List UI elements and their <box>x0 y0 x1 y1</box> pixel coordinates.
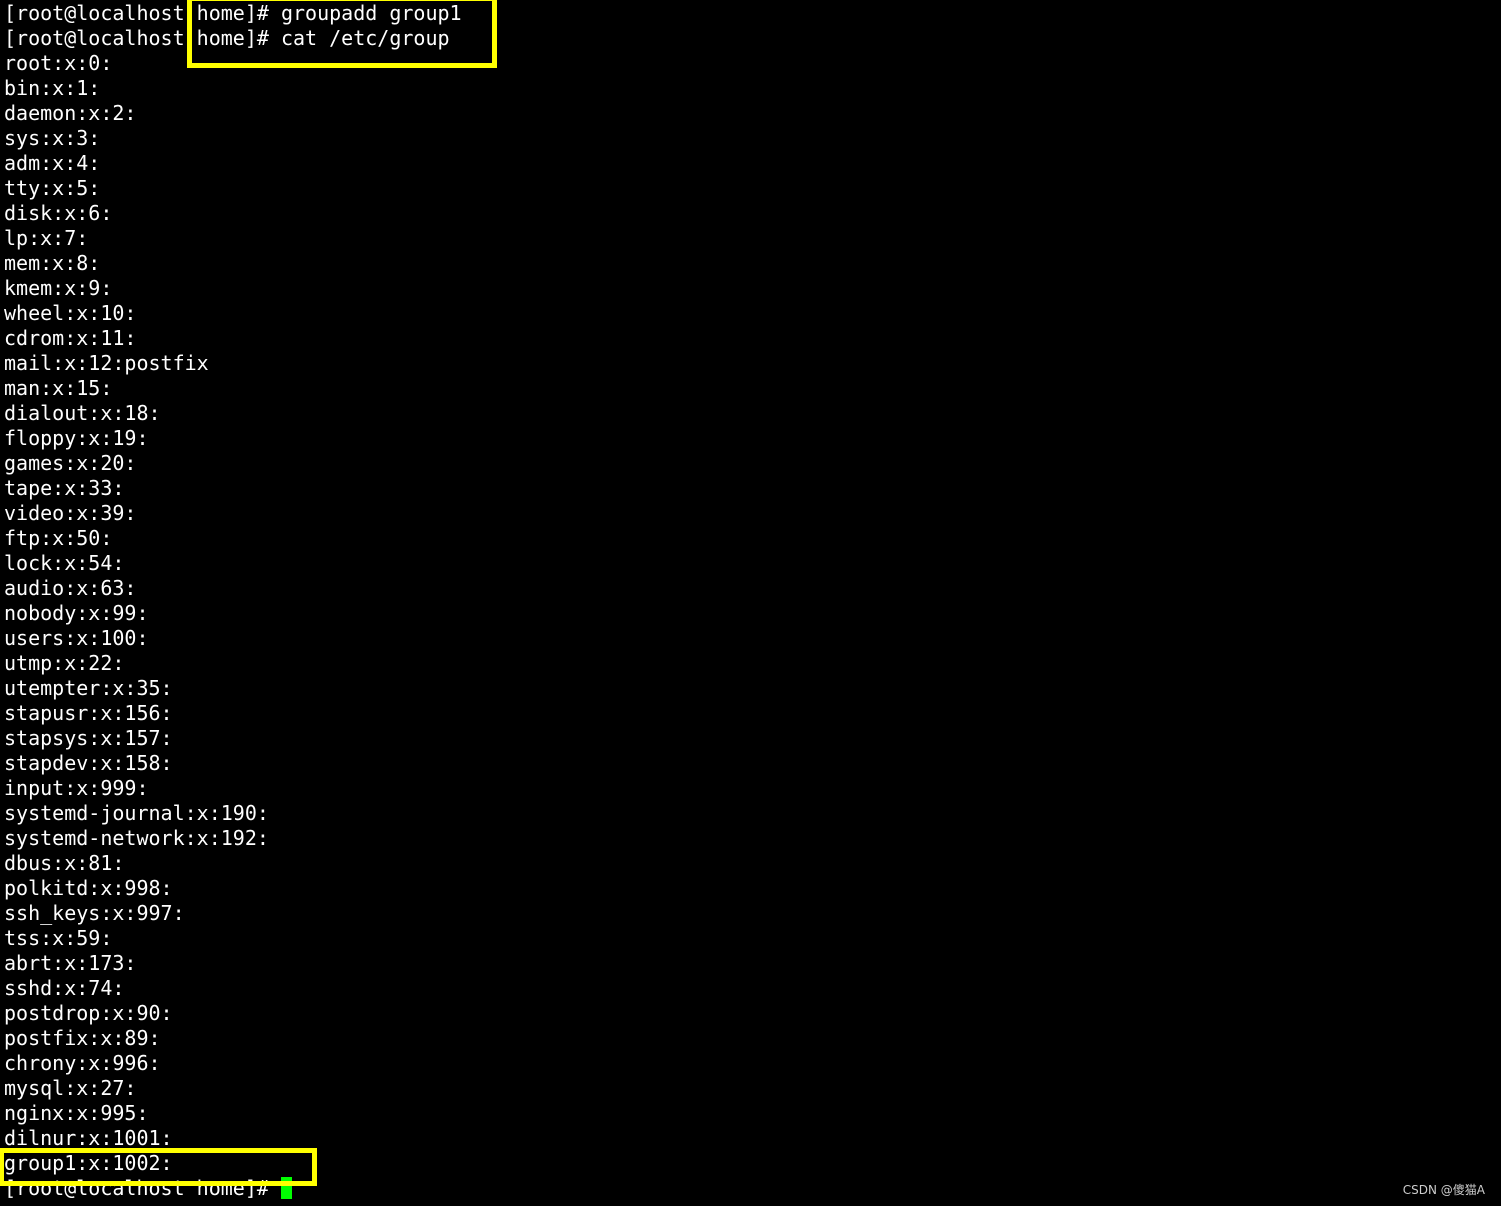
output-line: video:x:39: <box>4 501 137 525</box>
output-line: floppy:x:19: <box>4 426 149 450</box>
output-line: tss:x:59: <box>4 926 113 950</box>
output-line: lock:x:54: <box>4 551 125 575</box>
output-line: users:x:100: <box>4 626 149 650</box>
output-line: stapusr:x:156: <box>4 701 173 725</box>
output-line: disk:x:6: <box>4 201 113 225</box>
output-line: man:x:15: <box>4 376 113 400</box>
output-line: mem:x:8: <box>4 251 101 275</box>
output-line: adm:x:4: <box>4 151 101 175</box>
output-line: ftp:x:50: <box>4 526 113 550</box>
output-line: audio:x:63: <box>4 576 137 600</box>
output-line: utempter:x:35: <box>4 676 173 700</box>
output-line: abrt:x:173: <box>4 951 137 975</box>
terminal-window[interactable]: [root@localhost home]# groupadd group1 [… <box>0 0 1494 1206</box>
output-line: mail:x:12:postfix <box>4 351 209 375</box>
output-line: tty:x:5: <box>4 176 101 200</box>
output-line: systemd-network:x:192: <box>4 826 269 850</box>
output-line: nobody:x:99: <box>4 601 149 625</box>
output-line: stapdev:x:158: <box>4 751 173 775</box>
output-line: sys:x:3: <box>4 126 101 150</box>
output-line: utmp:x:22: <box>4 651 125 675</box>
output-line: chrony:x:996: <box>4 1051 161 1075</box>
output-line: lp:x:7: <box>4 226 89 250</box>
output-line: ssh_keys:x:997: <box>4 901 185 925</box>
output-line: dialout:x:18: <box>4 401 161 425</box>
output-line: postfix:x:89: <box>4 1026 161 1050</box>
commands-highlight-box <box>187 0 497 68</box>
output-line: input:x:999: <box>4 776 149 800</box>
output-line: sshd:x:74: <box>4 976 125 1000</box>
output-line: mysql:x:27: <box>4 1076 137 1100</box>
output-line: polkitd:x:998: <box>4 876 173 900</box>
output-line: tape:x:33: <box>4 476 125 500</box>
output-line: dbus:x:81: <box>4 851 125 875</box>
output-line: systemd-journal:x:190: <box>4 801 269 825</box>
output-line: postdrop:x:90: <box>4 1001 173 1025</box>
output-line: wheel:x:10: <box>4 301 137 325</box>
output-line: nginx:x:995: <box>4 1101 149 1125</box>
output-line: cdrom:x:11: <box>4 326 137 350</box>
new-group-highlight-box <box>0 1148 317 1186</box>
command-output: root:x:0: bin:x:1: daemon:x:2: sys:x:3: … <box>4 51 1494 1176</box>
output-line: stapsys:x:157: <box>4 726 173 750</box>
watermark: CSDN @傻猫A <box>1402 1183 1485 1197</box>
output-line: bin:x:1: <box>4 76 101 100</box>
output-line: kmem:x:9: <box>4 276 113 300</box>
output-line: games:x:20: <box>4 451 137 475</box>
output-line: daemon:x:2: <box>4 101 137 125</box>
